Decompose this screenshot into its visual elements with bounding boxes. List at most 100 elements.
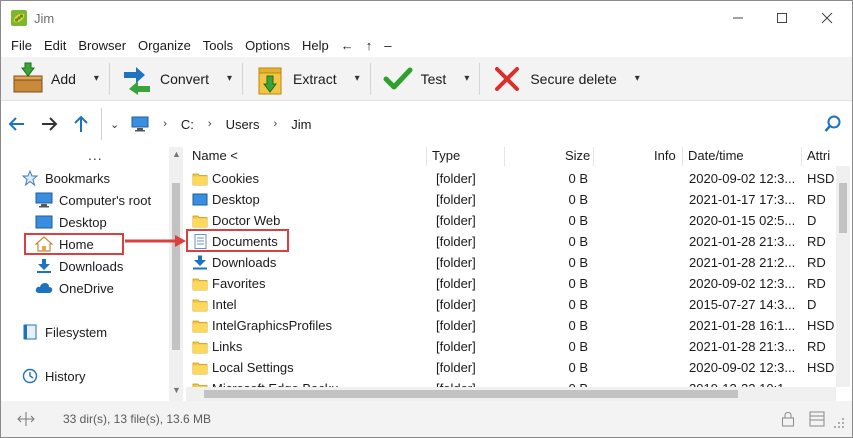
file-size: 0 B	[568, 255, 588, 270]
sidebar-item-onedrive[interactable]: OneDrive	[35, 277, 114, 299]
extract-dropdown-icon[interactable]: ▾	[355, 73, 360, 84]
menu-organize[interactable]: Organize	[132, 35, 197, 57]
table-row[interactable]: Cookies [folder] 0 B 2020-09-02 12:3... HSD	[186, 168, 852, 189]
add-archive-icon	[11, 62, 45, 96]
file-info	[596, 231, 676, 252]
table-row[interactable]: Local Settings [folder] 0 B 2020-09-02 12:3…	[186, 357, 852, 378]
scroll-thumb[interactable]	[839, 183, 847, 233]
convert-dropdown-icon[interactable]: ▾	[227, 73, 232, 84]
add-label: Add	[51, 70, 76, 87]
menu-back-arrow[interactable]: ←	[335, 35, 360, 57]
close-button[interactable]	[804, 1, 850, 35]
secure-delete-dropdown-icon[interactable]: ▾	[635, 73, 640, 84]
file-size: 0 B	[568, 318, 588, 333]
table-row[interactable]: IntelGraphicsProfiles [folder] 0 B 2021-01-…	[186, 315, 852, 336]
add-dropdown-icon[interactable]: ▾	[94, 73, 99, 84]
column-divider[interactable]	[801, 147, 802, 166]
add-button[interactable]: Add ▾	[1, 57, 109, 101]
column-divider[interactable]	[504, 147, 505, 166]
title-bar[interactable]: Jim	[1, 1, 852, 35]
menu-up-arrow[interactable]: ↑	[360, 35, 379, 57]
navigation-scrollbar[interactable]: ▲ ▼	[169, 147, 183, 401]
close-icon	[821, 12, 833, 24]
checkmark-icon	[381, 62, 415, 96]
minimize-button[interactable]	[715, 1, 761, 35]
column-header-row: Name < Type Size Info Date/time Attri	[186, 147, 852, 166]
crumb-drive[interactable]: C:	[181, 117, 194, 132]
file-attributes: D	[807, 213, 817, 228]
file-attributes: RD	[807, 339, 826, 354]
pane-resize-icon[interactable]	[17, 411, 35, 427]
sidebar-item-bookmarks[interactable]: Bookmarks	[21, 167, 110, 189]
secure-delete-button[interactable]: Secure delete ▾	[480, 57, 649, 101]
table-row[interactable]: Favorites [folder] 0 B 2020-09-02 12:3... RD	[186, 273, 852, 294]
column-size[interactable]: Size	[565, 147, 590, 166]
file-attributes: D	[807, 297, 817, 312]
sidebar-item-downloads[interactable]: Downloads	[35, 255, 123, 277]
computer-icon[interactable]	[131, 116, 149, 132]
table-row[interactable]: Doctor Web [folder] 0 B 2020-01-15 02:5... D	[186, 210, 852, 231]
sidebar-item-filesystem[interactable]: Filesystem	[21, 321, 107, 343]
sidebar-item-desktop[interactable]: Desktop	[35, 211, 107, 233]
file-date: 2020-09-02 12:3...	[689, 276, 796, 291]
table-row[interactable]: Links [folder] 0 B 2021-01-28 21:3... RD	[186, 336, 852, 357]
search-button[interactable]	[819, 101, 847, 147]
file-info	[596, 210, 676, 231]
scroll-thumb[interactable]	[204, 390, 738, 398]
test-button[interactable]: Test ▾	[371, 57, 480, 101]
crumb-users[interactable]: Users	[226, 117, 260, 132]
file-type: [folder]	[436, 360, 476, 375]
column-date[interactable]: Date/time	[688, 147, 744, 166]
file-name: Desktop	[212, 192, 260, 207]
scroll-thumb[interactable]	[172, 183, 180, 350]
file-size: 0 B	[568, 213, 588, 228]
file-name: Downloads	[212, 255, 277, 270]
column-divider[interactable]	[426, 147, 427, 166]
column-divider[interactable]	[682, 147, 683, 166]
column-info[interactable]: Info	[654, 147, 676, 166]
sidebar-item-history[interactable]: History	[21, 365, 85, 387]
file-date: 2021-01-28 21:3...	[689, 339, 796, 354]
menu-help[interactable]: Help	[296, 35, 335, 57]
computer-icon	[35, 191, 53, 209]
column-name[interactable]: Name <	[192, 147, 238, 166]
column-attributes[interactable]: Attri	[807, 147, 830, 166]
extract-button[interactable]: Extract ▾	[243, 57, 370, 101]
column-type[interactable]: Type	[432, 147, 460, 166]
scroll-down-icon[interactable]: ▼	[172, 385, 181, 395]
file-list-vertical-scrollbar[interactable]	[836, 166, 850, 387]
crumb-chevron: ›	[207, 118, 212, 130]
resize-grip-icon[interactable]	[833, 417, 845, 429]
menu-edit[interactable]: Edit	[38, 35, 72, 57]
pane-options-ellipsis[interactable]: ...	[88, 147, 103, 163]
file-size: 0 B	[568, 234, 588, 249]
menu-file[interactable]: File	[5, 35, 38, 57]
forward-button[interactable]	[33, 101, 65, 147]
menu-options[interactable]: Options	[239, 35, 296, 57]
scroll-up-icon[interactable]: ▲	[172, 149, 181, 159]
history-dropdown-icon[interactable]: ⌄	[110, 118, 119, 131]
table-row[interactable]: Desktop [folder] 0 B 2021-01-17 17:3... RD	[186, 189, 852, 210]
test-dropdown-icon[interactable]: ▾	[464, 73, 469, 84]
menu-browser[interactable]: Browser	[72, 35, 132, 57]
file-type: [folder]	[436, 171, 476, 186]
file-list-horizontal-scrollbar[interactable]	[186, 387, 836, 401]
convert-button[interactable]: Convert ▾	[110, 57, 242, 101]
file-name: IntelGraphicsProfiles	[212, 318, 332, 333]
sidebar-item-label: Computer's root	[59, 192, 152, 208]
table-row[interactable]: Downloads [folder] 0 B 2021-01-28 21:2... RD	[186, 252, 852, 273]
documents-highlight-box	[186, 229, 289, 252]
table-row[interactable]: Intel [folder] 0 B 2015-07-27 14:3... D	[186, 294, 852, 315]
menu-tools[interactable]: Tools	[197, 35, 239, 57]
maximize-button[interactable]	[759, 1, 805, 35]
lock-icon[interactable]	[781, 411, 795, 427]
menu-dash[interactable]: –	[378, 35, 397, 57]
details-view-icon[interactable]	[809, 411, 825, 427]
app-logo-icon	[11, 10, 27, 26]
back-button[interactable]	[1, 101, 33, 147]
up-button[interactable]	[65, 101, 97, 147]
column-divider[interactable]	[593, 147, 594, 166]
sidebar-item-computer-root[interactable]: Computer's root	[35, 189, 151, 211]
file-attributes: RD	[807, 255, 826, 270]
crumb-jim[interactable]: Jim	[291, 117, 311, 132]
